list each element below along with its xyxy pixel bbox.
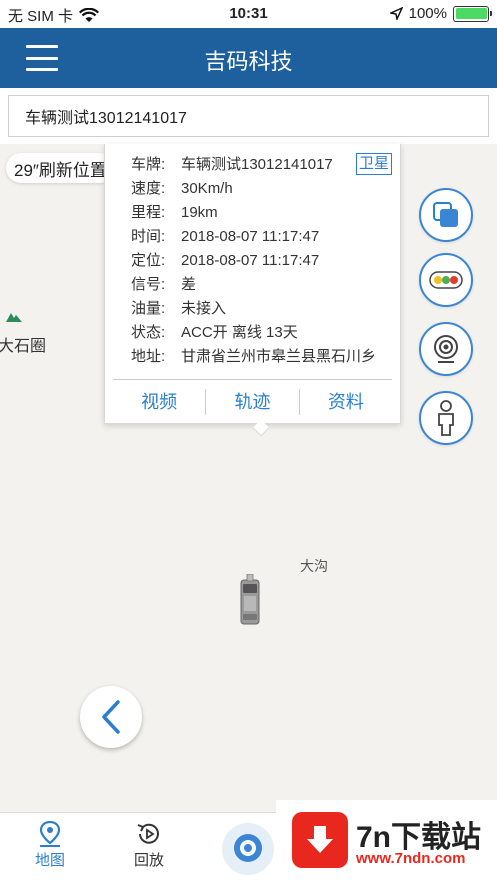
profile-button[interactable]: 资料	[300, 387, 392, 417]
info-key: 信号:	[131, 276, 166, 293]
refresh-position-button[interactable]: 29″刷新位置	[6, 153, 115, 183]
layers-button[interactable]	[419, 188, 473, 242]
playback-icon	[137, 823, 159, 844]
info-rows: 车牌: 车辆测试13012141017 速度: 30Km/h 里程: 19km 时间:…	[131, 153, 376, 369]
satellite-badge[interactable]: 卫星	[355, 153, 392, 175]
location-arrow-icon	[389, 7, 403, 20]
info-value: 30Km/h	[181, 180, 233, 197]
poi-label: 大石圈	[0, 338, 47, 355]
layers-icon	[433, 202, 458, 227]
info-key: 速度:	[131, 180, 166, 197]
camera-button[interactable]	[419, 322, 473, 376]
info-key: 里程:	[131, 204, 166, 221]
map-pin-icon	[39, 821, 61, 847]
person-button[interactable]	[419, 391, 473, 445]
town-label: 大沟	[300, 558, 328, 574]
popup-actions: 视频 轨迹 资料	[113, 387, 392, 417]
info-key: 时间:	[131, 228, 166, 245]
nav-bar: 吉码科技	[0, 28, 497, 88]
track-button[interactable]: 轨迹	[206, 387, 298, 417]
info-row: 地址: 甘肃省兰州市皋兰县黑石川乡	[131, 345, 376, 369]
mountain-icon	[6, 313, 22, 322]
info-row: 时间: 2018-08-07 11:17:47	[131, 225, 376, 249]
info-key: 车牌:	[131, 156, 166, 173]
vehicle-marker-icon[interactable]	[238, 574, 262, 626]
info-row: 状态: ACC开 离线 13天	[131, 321, 376, 345]
info-value: ACC开 离线 13天	[181, 324, 298, 341]
battery-percent: 100%	[408, 5, 447, 22]
tab-map[interactable]: 地图	[20, 821, 80, 870]
info-key: 油量:	[131, 300, 166, 317]
tab-playback-label: 回放	[133, 852, 164, 869]
info-value: 甘肃省兰州市皋兰县黑石川乡	[181, 348, 377, 365]
info-row: 定位: 2018-08-07 11:17:47	[131, 249, 376, 273]
vehicle-search-input[interactable]: 车辆测试13012141017	[8, 95, 489, 137]
tab-map-label: 地图	[34, 852, 65, 869]
info-row: 油量: 未接入	[131, 297, 376, 321]
info-value: 2018-08-07 11:17:47	[181, 252, 320, 269]
info-key: 定位:	[131, 252, 166, 269]
info-value: 差	[181, 276, 197, 293]
traffic-light-icon	[429, 271, 463, 289]
info-row: 里程: 19km	[131, 201, 376, 225]
watermark-url: www.7ndn.com	[356, 850, 466, 867]
battery-icon	[453, 5, 492, 22]
info-value: 19km	[181, 204, 218, 221]
info-key: 地址:	[131, 348, 166, 365]
center-camera-button[interactable]	[222, 823, 274, 875]
info-value: 车辆测试13012141017	[181, 156, 333, 173]
status-bar: 无 SIM 卡 10:31 100%	[0, 0, 497, 28]
info-value: 未接入	[181, 300, 227, 317]
video-button[interactable]: 视频	[113, 387, 205, 417]
webcam-icon	[434, 335, 458, 363]
info-row: 速度: 30Km/h	[131, 177, 376, 201]
back-button[interactable]	[80, 686, 142, 748]
watermark: 7n下载站 www.7ndn.com	[276, 800, 497, 883]
info-row: 车牌: 车辆测试13012141017	[131, 153, 376, 177]
webcam-icon	[234, 834, 262, 862]
vehicle-info-popup: 车牌: 车辆测试13012141017 速度: 30Km/h 里程: 19km 时间:…	[104, 144, 401, 437]
chevron-left-icon	[102, 700, 120, 734]
info-value: 2018-08-07 11:17:47	[181, 228, 320, 245]
info-key: 状态:	[131, 324, 166, 341]
tab-playback[interactable]: 回放	[119, 821, 179, 870]
person-icon	[438, 400, 454, 436]
search-bar: 车辆测试13012141017	[0, 88, 497, 144]
divider	[113, 379, 392, 380]
info-row: 信号: 差	[131, 273, 376, 297]
traffic-button[interactable]	[419, 253, 473, 307]
download-logo-icon	[292, 812, 348, 868]
page-title: 吉码科技	[204, 49, 293, 74]
